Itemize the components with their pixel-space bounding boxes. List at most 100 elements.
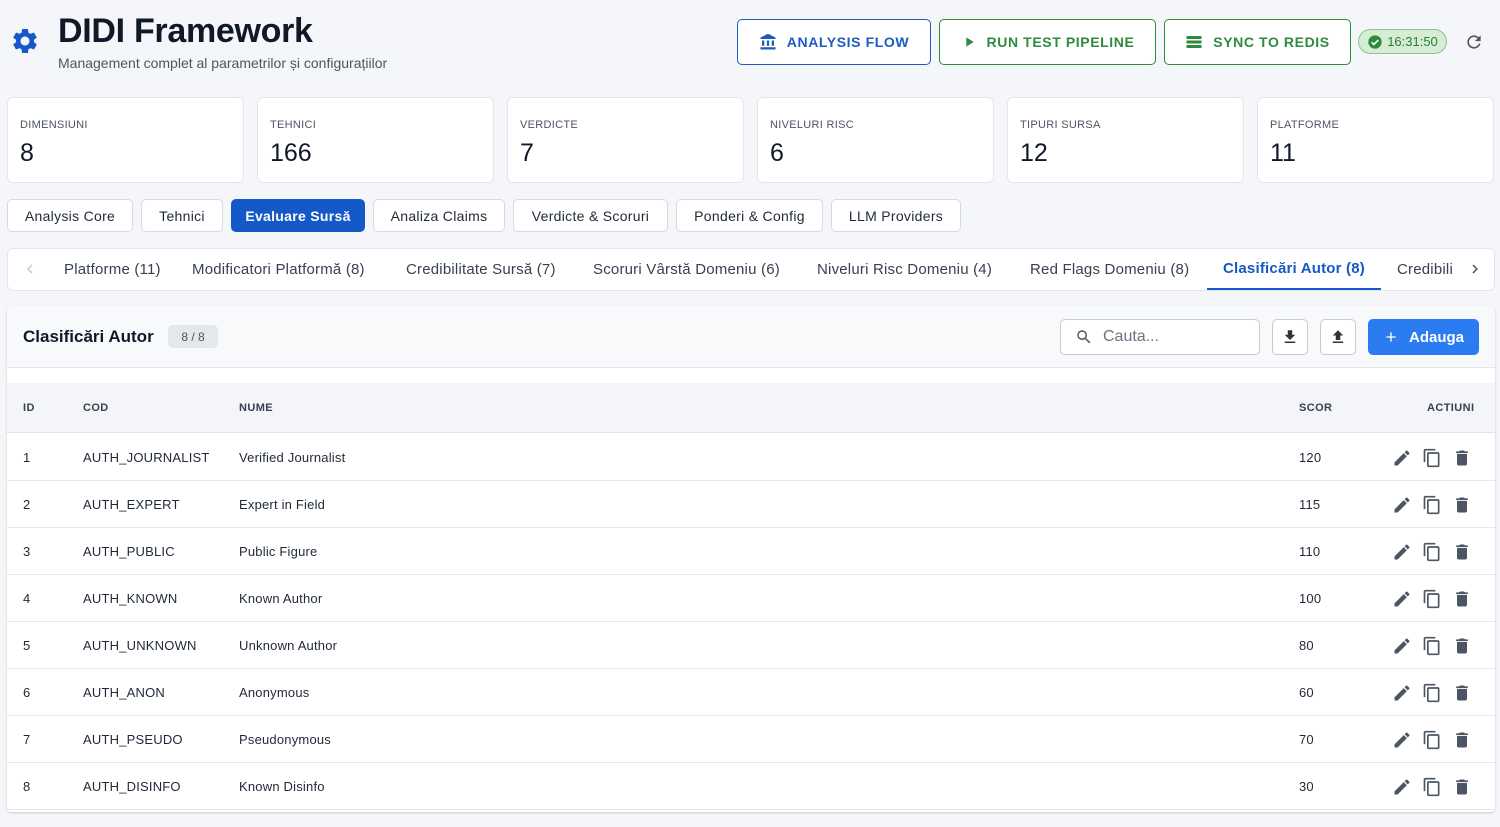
run-test-pipeline-button[interactable]: RUN TEST PIPELINE: [939, 19, 1156, 65]
search-box[interactable]: [1060, 319, 1260, 355]
cell-scor: 30: [1299, 779, 1314, 794]
search-input[interactable]: [1103, 328, 1253, 346]
stat-card-platforme: PLATFORME 11: [1257, 97, 1494, 183]
delete-icon[interactable]: [1452, 636, 1472, 656]
subtab-scoruri-varsta-domeniu[interactable]: Scoruri Vârstă Domeniu (6): [593, 249, 780, 290]
copy-icon[interactable]: [1422, 589, 1442, 609]
panel-toolbar: Clasificări Autor 8 / 8 Adauga: [7, 306, 1495, 368]
sub-tab-bar: Platforme (11) Modificatori Platformă (8…: [7, 248, 1495, 291]
delete-icon[interactable]: [1452, 448, 1472, 468]
edit-icon[interactable]: [1392, 495, 1412, 515]
stat-label: DIMENSIUNI: [20, 119, 88, 131]
chevron-right-icon[interactable]: [1466, 260, 1484, 278]
copy-icon[interactable]: [1422, 683, 1442, 703]
subtab-credibilitate-partial[interactable]: Credibili: [1397, 249, 1461, 290]
stat-label: TIPURI SURSA: [1020, 119, 1101, 131]
tab-verdicte-scoruri[interactable]: Verdicte & Scoruri: [513, 199, 668, 232]
cell-nume: Public Figure: [239, 544, 318, 559]
cell-id: 4: [23, 591, 31, 606]
chevron-left-icon[interactable]: [21, 260, 39, 278]
column-header-id[interactable]: ID: [23, 402, 35, 414]
edit-icon[interactable]: [1392, 730, 1412, 750]
cell-cod: AUTH_PUBLIC: [83, 544, 175, 559]
subtab-red-flags-domeniu[interactable]: Red Flags Domeniu (8): [1030, 249, 1189, 290]
analysis-flow-button[interactable]: ANALYSIS FLOW: [737, 19, 931, 65]
refresh-icon[interactable]: [1464, 32, 1484, 52]
cell-nume: Anonymous: [239, 685, 310, 700]
copy-icon[interactable]: [1422, 777, 1442, 797]
column-header-scor[interactable]: SCOR: [1299, 402, 1332, 414]
table-row[interactable]: 1 AUTH_JOURNALIST Verified Journalist 12…: [7, 434, 1495, 481]
sync-to-redis-button[interactable]: SYNC TO REDIS: [1164, 19, 1351, 65]
edit-icon[interactable]: [1392, 589, 1412, 609]
search-icon: [1077, 330, 1091, 344]
delete-icon[interactable]: [1452, 683, 1472, 703]
list-icon: [1186, 36, 1202, 48]
add-button[interactable]: Adauga: [1368, 319, 1479, 355]
stat-label: PLATFORME: [1270, 119, 1340, 131]
delete-icon[interactable]: [1452, 730, 1472, 750]
delete-icon[interactable]: [1452, 495, 1472, 515]
table-row[interactable]: 5 AUTH_UNKNOWN Unknown Author 80: [7, 622, 1495, 669]
cell-id: 2: [23, 497, 31, 512]
tab-analiza-claims[interactable]: Analiza Claims: [373, 199, 505, 232]
upload-icon: [1332, 330, 1344, 343]
cell-id: 3: [23, 544, 31, 559]
check-circle-icon: [1368, 34, 1382, 49]
tab-evaluare-sursa[interactable]: Evaluare Sursă: [231, 199, 365, 232]
table-row[interactable]: 6 AUTH_ANON Anonymous 60: [7, 669, 1495, 716]
edit-icon[interactable]: [1392, 448, 1412, 468]
copy-icon[interactable]: [1422, 636, 1442, 656]
table-row[interactable]: 8 AUTH_DISINFO Known Disinfo 30: [7, 763, 1495, 810]
column-header-nume[interactable]: NUME: [239, 402, 273, 414]
copy-icon[interactable]: [1422, 448, 1442, 468]
run-test-pipeline-label: RUN TEST PIPELINE: [986, 34, 1135, 50]
bank-icon: [760, 33, 776, 50]
edit-icon[interactable]: [1392, 683, 1412, 703]
cell-id: 7: [23, 732, 31, 747]
cell-cod: AUTH_PSEUDO: [83, 732, 183, 747]
cell-nume: Unknown Author: [239, 638, 338, 653]
plus-icon: [1386, 332, 1396, 342]
subtab-modificatori-platforma[interactable]: Modificatori Platformă (8): [192, 249, 365, 290]
delete-icon[interactable]: [1452, 542, 1472, 562]
data-panel: Clasificări Autor 8 / 8 Adauga ID: [7, 306, 1495, 812]
copy-icon[interactable]: [1422, 542, 1442, 562]
stat-value: 7: [520, 139, 534, 167]
cell-scor: 100: [1299, 591, 1322, 606]
subtab-platforme[interactable]: Platforme (11): [64, 249, 161, 290]
table-row[interactable]: 4 AUTH_KNOWN Known Author 100: [7, 575, 1495, 622]
export-button[interactable]: [1272, 319, 1308, 355]
tab-tehnici[interactable]: Tehnici: [141, 199, 223, 232]
add-button-label: Adauga: [1408, 328, 1464, 346]
stat-card-dimensiuni: DIMENSIUNI 8: [7, 97, 244, 183]
subtab-niveluri-risc-domeniu[interactable]: Niveluri Risc Domeniu (4): [817, 249, 992, 290]
cell-scor: 60: [1299, 685, 1314, 700]
table-row[interactable]: 2 AUTH_EXPERT Expert in Field 115: [7, 481, 1495, 528]
cell-id: 6: [23, 685, 31, 700]
delete-icon[interactable]: [1452, 777, 1472, 797]
stat-card-tipuri-sursa: TIPURI SURSA 12: [1007, 97, 1244, 183]
stat-value: 11: [1270, 139, 1296, 167]
gear-icon: [13, 28, 37, 53]
copy-icon[interactable]: [1422, 495, 1442, 515]
app-title: DIDI Framework: [58, 12, 313, 50]
table-row[interactable]: 3 AUTH_PUBLIC Public Figure 110: [7, 528, 1495, 575]
subtab-clasificari-autor[interactable]: Clasificări Autor (8): [1207, 249, 1381, 290]
tab-ponderi-config[interactable]: Ponderi & Config: [676, 199, 823, 232]
delete-icon[interactable]: [1452, 589, 1472, 609]
subtab-credibilitate-sursa[interactable]: Credibilitate Sursă (7): [406, 249, 556, 290]
cell-scor: 70: [1299, 732, 1314, 747]
analysis-flow-label: ANALYSIS FLOW: [786, 34, 910, 50]
edit-icon[interactable]: [1392, 542, 1412, 562]
cell-nume: Pseudonymous: [239, 732, 332, 747]
edit-icon[interactable]: [1392, 636, 1412, 656]
tab-llm-providers[interactable]: LLM Providers: [831, 199, 961, 232]
copy-icon[interactable]: [1422, 730, 1442, 750]
tab-analysis-core[interactable]: Analysis Core: [7, 199, 133, 232]
import-button[interactable]: [1320, 319, 1356, 355]
stat-card-niveluri-risc: NIVELURI RISC 6: [757, 97, 994, 183]
table-row[interactable]: 7 AUTH_PSEUDO Pseudonymous 70: [7, 716, 1495, 763]
column-header-cod[interactable]: COD: [83, 402, 109, 414]
edit-icon[interactable]: [1392, 777, 1412, 797]
